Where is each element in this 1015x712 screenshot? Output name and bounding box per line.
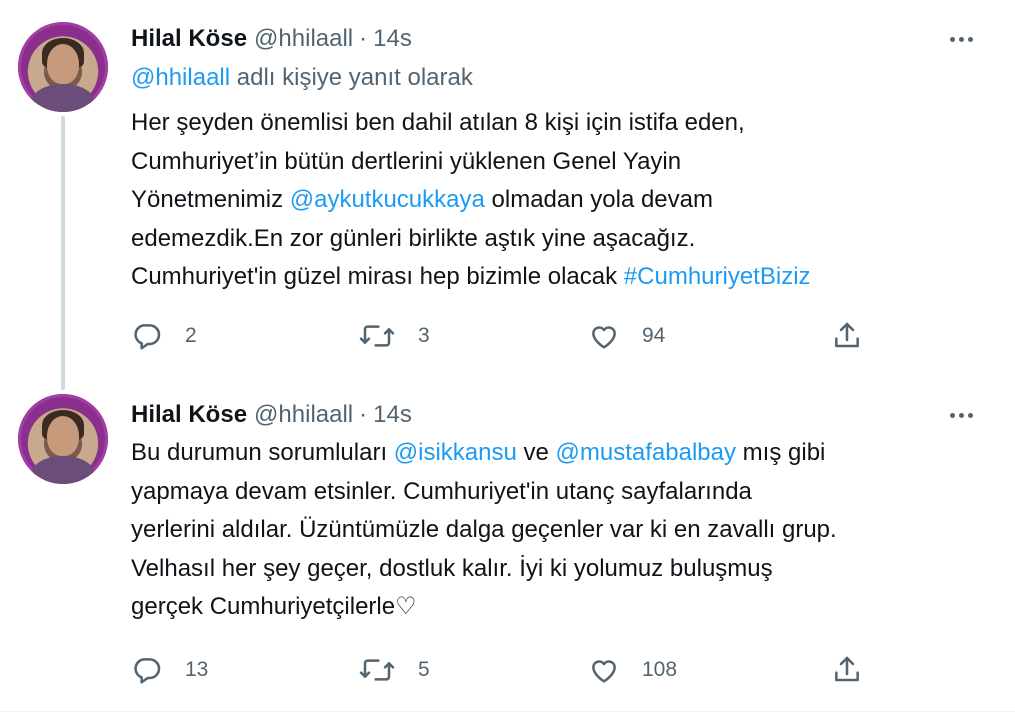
avatar-shoulders — [32, 84, 94, 112]
tweet-text: Bu durumun sorumluları @isikkansu ve @mu… — [131, 434, 837, 627]
mention-link[interactable]: @mustafabalbay — [556, 439, 736, 466]
tweet-text-line: Cumhuriyet'in güzel mirası hep bizimle o… — [131, 258, 811, 297]
tweet-header: Hilal Köse @hhilaall · 14s — [131, 22, 412, 56]
timestamp[interactable]: 14s — [373, 25, 412, 53]
tweet-text-line: Her şeyden önemlisi ben dahil atılan 8 k… — [131, 109, 745, 136]
like-button[interactable]: 108 — [588, 650, 677, 690]
text-segment: mış gibi — [736, 439, 826, 466]
tweet-text-line: Cumhuriyet’in bütün dertlerini yüklenen … — [131, 147, 682, 175]
tweet-2[interactable]: Hilal Köse @hhilaall · 14s Bu durumun so… — [0, 380, 1015, 712]
avatar-shoulders — [32, 456, 94, 484]
reply-context: @hhilaall adlı kişiye yanıt olarak — [131, 64, 473, 92]
reply-count: 2 — [185, 324, 197, 347]
share-icon — [835, 322, 859, 348]
author-handle[interactable]: @hhilaall — [254, 401, 353, 429]
separator-dot: · — [359, 25, 368, 52]
like-count: 108 — [642, 658, 678, 681]
avatar[interactable] — [18, 22, 108, 112]
share-button[interactable] — [831, 650, 863, 690]
tweet-text-line: Velhasıl her şey geçer, dostluk kalır. İ… — [131, 554, 773, 582]
hashtag-link[interactable]: #CumhuriyetBiziz — [624, 263, 811, 290]
avatar-face — [47, 44, 79, 84]
timestamp[interactable]: 14s — [373, 401, 412, 429]
tweet-actions: 13 5 108 — [131, 650, 871, 690]
retweet-button[interactable]: 3 — [358, 316, 430, 356]
separator-dot: · — [359, 401, 368, 428]
tweet-text: Her şeyden önemlisi ben dahil atılan 8 k… — [131, 104, 811, 297]
retweet-count: 3 — [418, 324, 430, 347]
text-segment: ve — [516, 439, 556, 466]
more-icon[interactable] — [941, 401, 981, 429]
reply-count: 13 — [185, 658, 209, 681]
tweet-1[interactable]: Hilal Köse @hhilaall · 14s @hhilaall adl… — [0, 0, 1015, 380]
heart-icon — [592, 326, 616, 349]
share-button[interactable] — [831, 316, 863, 356]
text-segment: olmadan yola devam — [484, 186, 713, 213]
tweet-header: Hilal Köse @hhilaall · 14s — [131, 398, 412, 432]
reply-to-label: adlı kişiye yanıt olarak — [230, 64, 473, 91]
author-name[interactable]: Hilal Köse — [131, 401, 247, 429]
tweet-text-line: yapmaya devam etsinler. Cumhuriyet'in ut… — [131, 477, 752, 505]
more-icon[interactable] — [941, 25, 981, 53]
reply-button[interactable]: 13 — [131, 650, 208, 690]
reply-icon — [134, 324, 161, 350]
text-segment: Bu durumun sorumluları — [131, 439, 394, 466]
author-handle[interactable]: @hhilaall — [254, 25, 353, 53]
retweet-count: 5 — [418, 658, 430, 681]
mention-link[interactable]: @isikkansu — [394, 439, 517, 466]
text-segment: Cumhuriyet'in güzel mirası hep bizimle o… — [131, 263, 624, 290]
tweet-text-line: yerlerini aldılar. Üzüntümüzle dalga geç… — [131, 516, 837, 543]
like-button[interactable]: 94 — [588, 316, 665, 356]
retweet-icon — [359, 325, 395, 347]
share-icon — [835, 656, 859, 682]
heart-icon — [592, 660, 616, 683]
retweet-button[interactable]: 5 — [358, 650, 430, 690]
text-segment: Yönetmenimiz — [131, 186, 290, 213]
tweet-text-line: gerçek Cumhuriyetçilerle♡ — [131, 593, 417, 620]
avatar[interactable] — [18, 394, 108, 484]
tweet-text-line: Yönetmenimiz @aykutkucukkaya olmadan yol… — [131, 181, 811, 220]
reply-icon — [134, 658, 161, 684]
reply-button[interactable]: 2 — [131, 316, 197, 356]
reply-to-handle-link[interactable]: @hhilaall — [131, 64, 230, 91]
tweet-actions: 2 3 94 — [131, 316, 871, 356]
tweet-text-line: edemezdik.En zor günleri birlikte aştık … — [131, 224, 696, 252]
mention-link[interactable]: @aykutkucukkaya — [290, 186, 485, 213]
author-name[interactable]: Hilal Köse — [131, 25, 247, 53]
like-count: 94 — [642, 324, 666, 347]
retweet-icon — [359, 659, 395, 681]
avatar-face — [47, 416, 79, 456]
tweet-text-line: Bu durumun sorumluları @isikkansu ve @mu… — [131, 434, 837, 473]
